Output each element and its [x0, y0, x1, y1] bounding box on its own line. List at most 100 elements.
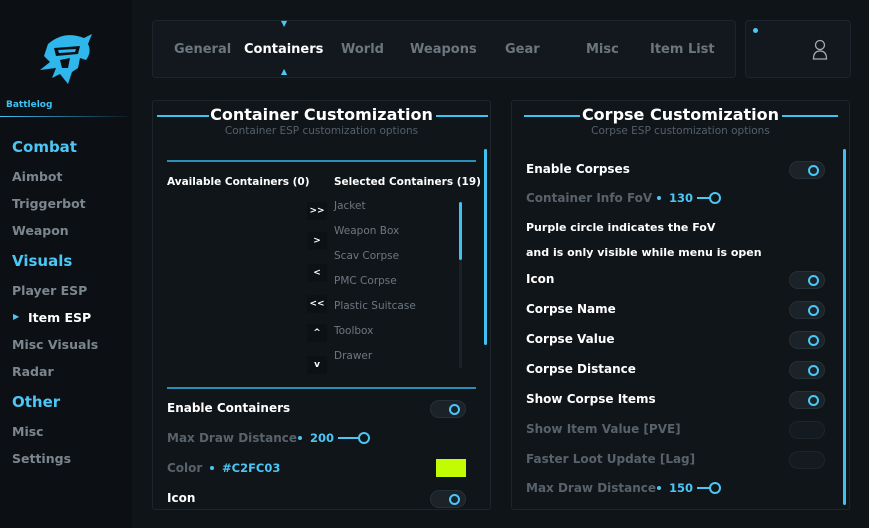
tab-marker-top-icon: ▼: [281, 19, 288, 28]
move-left-button[interactable]: <: [307, 264, 327, 282]
tab-containers[interactable]: Containers: [244, 42, 323, 57]
slider-bullet: [298, 436, 302, 440]
slider-bullet: [657, 196, 661, 200]
knight-helmet-logo: [40, 34, 92, 84]
move-all-left-button[interactable]: <<: [307, 295, 327, 313]
sidebar-item-misc[interactable]: Misc: [12, 424, 44, 439]
slider-thumb[interactable]: [358, 432, 370, 444]
toggle-knob: [808, 165, 819, 176]
container-panel-scrollbar[interactable]: [484, 149, 487, 345]
corpse-name-toggle[interactable]: [789, 301, 825, 319]
corpse-value-label: Corpse Value: [526, 332, 615, 346]
tab-misc[interactable]: Misc: [586, 42, 619, 57]
user-box: [745, 20, 851, 78]
icon-label: Icon: [167, 491, 196, 505]
sidebar-section-visuals: Visuals: [12, 252, 73, 270]
list-item[interactable]: Drawer: [334, 350, 372, 362]
container-panel-subtitle: Container ESP customization options: [224, 125, 419, 137]
icon-toggle[interactable]: [789, 271, 825, 289]
user-icon[interactable]: [812, 39, 828, 61]
list-item[interactable]: Plastic Suitcase: [334, 300, 416, 312]
sidebar: Battlelog Combat Aimbot Triggerbot Weapo…: [0, 0, 132, 528]
slider-thumb[interactable]: [709, 482, 721, 494]
sidebar-item-radar[interactable]: Radar: [12, 364, 54, 379]
list-item[interactable]: Scav Corpse: [334, 250, 399, 262]
enable-corpses-label: Enable Corpses: [526, 162, 630, 176]
brand-name: Battlelog: [6, 100, 53, 110]
corpse-value-toggle[interactable]: [789, 331, 825, 349]
list-item[interactable]: PMC Corpse: [334, 275, 397, 287]
toggle-knob: [808, 335, 819, 346]
sidebar-item-item-esp[interactable]: Item ESP: [28, 310, 91, 325]
brand-divider: [0, 116, 128, 117]
selected-list-scrollbar-thumb[interactable]: [459, 202, 462, 260]
color-hex-value: #C2FC03: [222, 461, 281, 475]
color-value-readout: #C2FC03: [210, 461, 290, 475]
corpse-panel-title: Corpse Customization: [581, 105, 780, 124]
corpse-panel-scrollbar[interactable]: [843, 149, 846, 505]
icon-label: Icon: [526, 272, 555, 286]
tab-gear[interactable]: Gear: [505, 42, 540, 57]
color-bullet: [210, 466, 214, 470]
show-item-value-toggle[interactable]: [789, 421, 825, 439]
corpse-name-label: Corpse Name: [526, 302, 616, 316]
container-info-fov-slider[interactable]: 130: [657, 191, 727, 205]
move-right-button[interactable]: >: [307, 232, 327, 250]
show-corpse-items-toggle[interactable]: [789, 391, 825, 409]
sidebar-item-player-esp[interactable]: Player ESP: [12, 283, 87, 298]
enable-containers-label: Enable Containers: [167, 401, 291, 415]
tab-item-list[interactable]: Item List: [650, 42, 715, 57]
container-info-fov-value: 130: [669, 191, 694, 205]
tab-world[interactable]: World: [341, 42, 384, 57]
show-item-value-label: Show Item Value [PVE]: [526, 422, 681, 436]
sidebar-item-triggerbot[interactable]: Triggerbot: [12, 196, 86, 211]
container-panel-title: Container Customization: [210, 105, 433, 124]
toggle-knob: [808, 395, 819, 406]
max-draw-distance-value: 200: [310, 431, 335, 445]
tab-weapons[interactable]: Weapons: [410, 42, 477, 57]
enable-containers-toggle[interactable]: [430, 400, 466, 418]
fov-note-line-2: and is only visible while menu is open: [526, 246, 762, 259]
selected-list-scrollbar-track: [459, 260, 462, 368]
slider-thumb[interactable]: [709, 192, 721, 204]
sidebar-item-settings[interactable]: Settings: [12, 451, 71, 466]
section-divider: [167, 387, 476, 389]
move-down-button[interactable]: v: [307, 356, 327, 374]
tab-bar: General ▼ Containers ▲ World Weapons Gea…: [152, 19, 736, 78]
corpse-panel-subtitle: Corpse ESP customization options: [591, 125, 770, 137]
list-item[interactable]: Toolbox: [334, 325, 373, 337]
sidebar-item-misc-visuals[interactable]: Misc Visuals: [12, 337, 98, 352]
corpse-max-draw-distance-value: 150: [669, 481, 694, 495]
section-divider: [167, 160, 476, 162]
max-draw-distance-slider[interactable]: 200: [298, 431, 378, 445]
tab-general[interactable]: General: [174, 42, 231, 57]
enable-corpses-toggle[interactable]: [789, 161, 825, 179]
faster-loot-update-toggle[interactable]: [789, 451, 825, 469]
sidebar-item-weapon[interactable]: Weapon: [12, 223, 69, 238]
list-item[interactable]: Jacket: [334, 200, 366, 212]
sidebar-section-other: Other: [12, 393, 61, 411]
active-item-arrow-icon: ▶: [13, 312, 20, 321]
toggle-knob: [449, 404, 460, 415]
sidebar-item-aimbot[interactable]: Aimbot: [12, 169, 63, 184]
max-draw-distance-label: Max Draw Distance: [167, 431, 298, 445]
list-item[interactable]: Weapon Box: [334, 225, 399, 237]
fov-note-line-1: Purple circle indicates the FoV: [526, 221, 716, 234]
app-root: Battlelog Combat Aimbot Triggerbot Weapo…: [0, 0, 869, 528]
tab-marker-bottom-icon: ▲: [281, 67, 288, 76]
available-containers-header: Available Containers (0): [167, 176, 310, 188]
corpse-distance-toggle[interactable]: [789, 361, 825, 379]
move-all-right-button[interactable]: >>: [307, 202, 327, 220]
toggle-knob: [808, 365, 819, 376]
max-draw-distance-label: Max Draw Distance: [526, 481, 657, 495]
icon-toggle[interactable]: [430, 490, 466, 508]
container-info-fov-label: Container Info FoV: [526, 191, 653, 205]
color-label: Color: [167, 461, 203, 475]
slider-bullet: [657, 486, 661, 490]
move-up-button[interactable]: ^: [307, 324, 327, 342]
corpse-max-draw-distance-slider[interactable]: 150: [657, 481, 727, 495]
color-swatch[interactable]: [436, 459, 466, 477]
corpse-customization-panel: Corpse Customization Corpse ESP customiz…: [511, 100, 850, 510]
faster-loot-update-label: Faster Loot Update [Lag]: [526, 452, 696, 466]
slider-fill: [338, 437, 360, 439]
